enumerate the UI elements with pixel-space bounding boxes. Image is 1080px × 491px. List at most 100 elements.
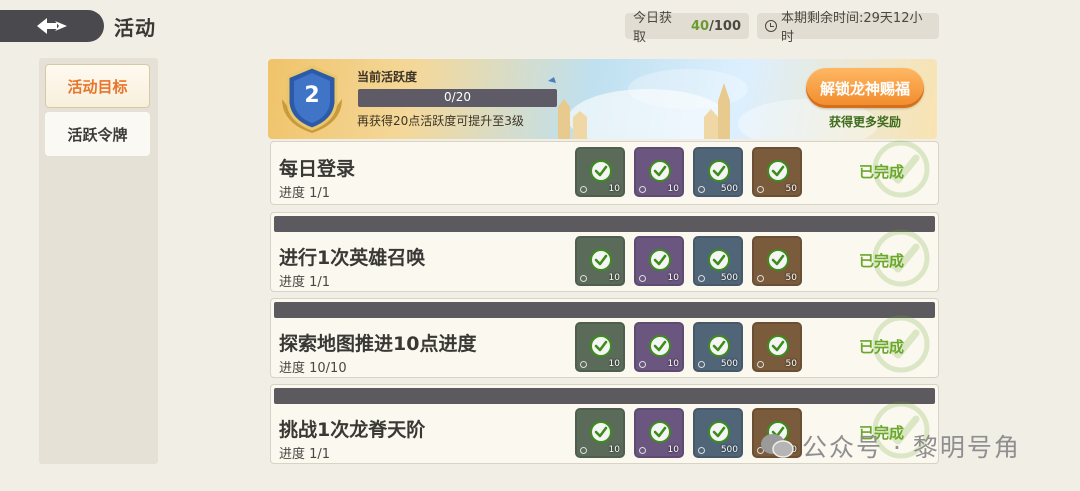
claimed-check-icon xyxy=(590,335,612,357)
claimed-check-icon xyxy=(649,335,671,357)
activity-hint: 再获得20点活跃度可提升至3级 xyxy=(357,114,524,128)
task-row: 探索地图推进10点进度 进度 10/10 10 10 500 50 已完成 xyxy=(270,298,939,378)
claimed-check-icon xyxy=(767,249,789,271)
reward-quantity: 10 xyxy=(608,445,620,455)
claimed-check-icon xyxy=(590,249,612,271)
reward-quantity: 500 xyxy=(720,184,738,194)
reward-list: 10 10 500 50 xyxy=(575,322,802,372)
back-arrow-icon xyxy=(37,18,67,34)
reward-quantity: 50 xyxy=(785,359,797,369)
task-title: 每日登录 xyxy=(279,158,356,180)
claimed-check-icon xyxy=(708,160,730,182)
today-earned-chip: 今日获取 40/100 xyxy=(625,11,749,45)
tab-activity-goals[interactable]: 活动目标 xyxy=(45,64,150,108)
reward-slot[interactable]: 50 xyxy=(752,322,802,372)
claimed-check-icon xyxy=(767,160,789,182)
side-tab-panel: 活动目标 活跃令牌 xyxy=(39,58,158,464)
castle-illustration xyxy=(548,77,730,139)
unlock-blessing-subtitle: 获得更多奖励 xyxy=(828,115,901,129)
reward-quantity: 50 xyxy=(785,273,797,283)
task-progress: 进度 10/10 xyxy=(279,361,347,376)
reward-quantity: 10 xyxy=(667,445,679,455)
claimed-check-icon xyxy=(590,160,612,182)
claimed-check-icon xyxy=(767,335,789,357)
claimed-check-icon xyxy=(649,249,671,271)
screen-title: 活动 xyxy=(114,16,156,40)
currency-icon xyxy=(580,275,587,282)
reward-quantity: 500 xyxy=(720,273,738,283)
tab-activity-token[interactable]: 活跃令牌 xyxy=(45,112,150,156)
today-earned-total: /100 xyxy=(709,18,741,34)
currency-icon xyxy=(698,186,705,193)
reward-quantity: 500 xyxy=(720,445,738,455)
currency-icon xyxy=(580,186,587,193)
reward-quantity: 10 xyxy=(667,273,679,283)
activity-progress-text: 0/20 xyxy=(444,90,471,104)
today-earned-value: 40 xyxy=(691,18,710,34)
reward-slot[interactable]: 500 xyxy=(693,408,743,458)
claimed-check-icon xyxy=(708,335,730,357)
claimed-check-icon xyxy=(708,249,730,271)
reward-slot[interactable]: 10 xyxy=(634,322,684,372)
currency-icon xyxy=(580,361,587,368)
currency-icon xyxy=(757,186,764,193)
currency-icon xyxy=(757,361,764,368)
currency-icon xyxy=(639,275,646,282)
reward-slot[interactable]: 10 xyxy=(575,147,625,197)
unlock-blessing-button[interactable]: 解锁龙神赐福 xyxy=(806,68,924,108)
task-header-stripe xyxy=(274,302,935,318)
reward-quantity: 500 xyxy=(720,359,738,369)
task-row: 每日登录 进度 1/1 10 10 500 50 已完成 xyxy=(270,140,939,205)
level-badge-icon xyxy=(282,65,342,133)
reward-slot[interactable]: 10 xyxy=(634,236,684,286)
reward-list: 10 10 500 50 xyxy=(575,147,802,197)
claimed-check-icon xyxy=(708,421,730,443)
today-earned-label: 今日获取 xyxy=(633,11,673,45)
today-earned-count: 40/100 xyxy=(691,19,741,34)
reward-quantity: 10 xyxy=(608,359,620,369)
reward-slot[interactable]: 10 xyxy=(575,408,625,458)
reward-slot[interactable]: 10 xyxy=(575,236,625,286)
currency-icon xyxy=(639,186,646,193)
claimed-check-icon xyxy=(649,421,671,443)
task-progress: 进度 1/1 xyxy=(279,186,331,201)
task-progress: 进度 1/1 xyxy=(279,447,331,462)
task-header-stripe xyxy=(274,388,935,404)
currency-icon xyxy=(757,275,764,282)
currency-icon xyxy=(580,447,587,454)
currency-icon xyxy=(698,361,705,368)
reward-quantity: 10 xyxy=(608,184,620,194)
back-button[interactable] xyxy=(0,10,104,42)
task-progress: 进度 1/1 xyxy=(279,275,331,290)
task-title: 挑战1次龙脊天阶 xyxy=(279,419,426,441)
completed-stamp-icon xyxy=(872,229,930,287)
time-remaining-label: 本期剩余时间:29天12小时 xyxy=(781,11,923,45)
clock-icon xyxy=(765,20,777,32)
watermark: 公众号 · 黎明号角 xyxy=(760,428,1021,464)
reward-slot[interactable]: 10 xyxy=(634,147,684,197)
task-row: 进行1次英雄召唤 进度 1/1 10 10 500 50 已完成 xyxy=(270,212,939,292)
claimed-check-icon xyxy=(649,160,671,182)
activity-label: 当前活跃度 xyxy=(357,70,418,84)
currency-icon xyxy=(639,447,646,454)
currency-icon xyxy=(698,447,705,454)
watermark-text: 公众号 · 黎明号角 xyxy=(802,433,1021,462)
claimed-check-icon xyxy=(590,421,612,443)
reward-slot[interactable]: 500 xyxy=(693,322,743,372)
reward-slot[interactable]: 10 xyxy=(634,408,684,458)
reward-slot[interactable]: 50 xyxy=(752,236,802,286)
reward-list: 10 10 500 50 xyxy=(575,236,802,286)
completed-stamp-icon xyxy=(872,315,930,373)
reward-slot[interactable]: 10 xyxy=(575,322,625,372)
reward-slot[interactable]: 50 xyxy=(752,147,802,197)
reward-quantity: 10 xyxy=(667,184,679,194)
reward-quantity: 50 xyxy=(785,184,797,194)
reward-slot[interactable]: 500 xyxy=(693,236,743,286)
reward-slot[interactable]: 500 xyxy=(693,147,743,197)
reward-quantity: 10 xyxy=(608,273,620,283)
currency-icon xyxy=(698,275,705,282)
activity-banner: 2 当前活跃度 0/20 再获得20点活跃度可提升至3级 解锁龙神赐福 获得更多… xyxy=(268,59,937,139)
completed-stamp-icon xyxy=(872,140,930,198)
task-header-stripe xyxy=(274,216,935,232)
reward-quantity: 10 xyxy=(667,359,679,369)
